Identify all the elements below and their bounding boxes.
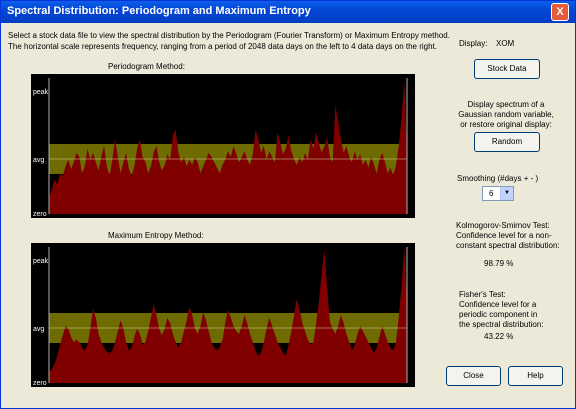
maxent-chart: peak avg zero bbox=[31, 243, 415, 387]
intro-line-1: Select a stock data file to view the spe… bbox=[8, 31, 450, 40]
ks-test-value: 98.79 % bbox=[484, 259, 514, 268]
periodogram-avg-label: avg bbox=[33, 157, 44, 164]
smoothing-label: Smoothing (#days + - ) bbox=[457, 174, 539, 183]
dialog-window: Spectral Distribution: Periodogram and M… bbox=[0, 0, 576, 409]
stock-data-button[interactable]: Stock Data bbox=[474, 59, 540, 79]
close-window-button[interactable]: X bbox=[551, 3, 569, 21]
title-bar: Spectral Distribution: Periodogram and M… bbox=[1, 1, 575, 23]
help-button[interactable]: Help bbox=[508, 366, 563, 386]
fisher-test-value: 43.22 % bbox=[484, 332, 514, 341]
display-value: XOM bbox=[496, 39, 515, 48]
intro-line-2: The horizontal scale represents frequenc… bbox=[8, 42, 438, 51]
close-button[interactable]: Close bbox=[446, 366, 501, 386]
maxent-avg-label: avg bbox=[33, 326, 44, 333]
maxent-peak-label: peak bbox=[33, 258, 49, 265]
periodogram-zero-label: zero bbox=[33, 211, 47, 218]
fisher-test-text: Fisher's Test: Confidence level for a pe… bbox=[459, 290, 544, 329]
smoothing-select[interactable]: 6 ▼ bbox=[482, 186, 514, 201]
random-button-label: Random bbox=[491, 137, 523, 146]
periodogram-chart: peak avg zero bbox=[31, 74, 415, 218]
stock-data-button-label: Stock Data bbox=[487, 64, 527, 73]
periodogram-plot: peak avg zero bbox=[33, 78, 408, 218]
periodogram-label: Periodogram Method: bbox=[108, 62, 185, 71]
random-button[interactable]: Random bbox=[474, 132, 540, 152]
maxent-plot: peak avg zero bbox=[33, 247, 408, 387]
window-title: Spectral Distribution: Periodogram and M… bbox=[7, 5, 311, 17]
display-label: Display: bbox=[459, 39, 488, 48]
close-button-label: Close bbox=[463, 371, 484, 380]
chevron-down-icon[interactable]: ▼ bbox=[500, 187, 513, 200]
random-info: Display spectrum of a Gaussian random va… bbox=[458, 100, 554, 129]
maxent-zero-label: zero bbox=[33, 380, 47, 387]
smoothing-value: 6 bbox=[489, 189, 494, 198]
help-button-label: Help bbox=[527, 371, 544, 380]
maxent-label: Maximum Entropy Method: bbox=[108, 231, 204, 240]
periodogram-peak-label: peak bbox=[33, 89, 49, 96]
ks-test-text: Kolmogorov-Smirnov Test: Confidence leve… bbox=[456, 221, 560, 250]
